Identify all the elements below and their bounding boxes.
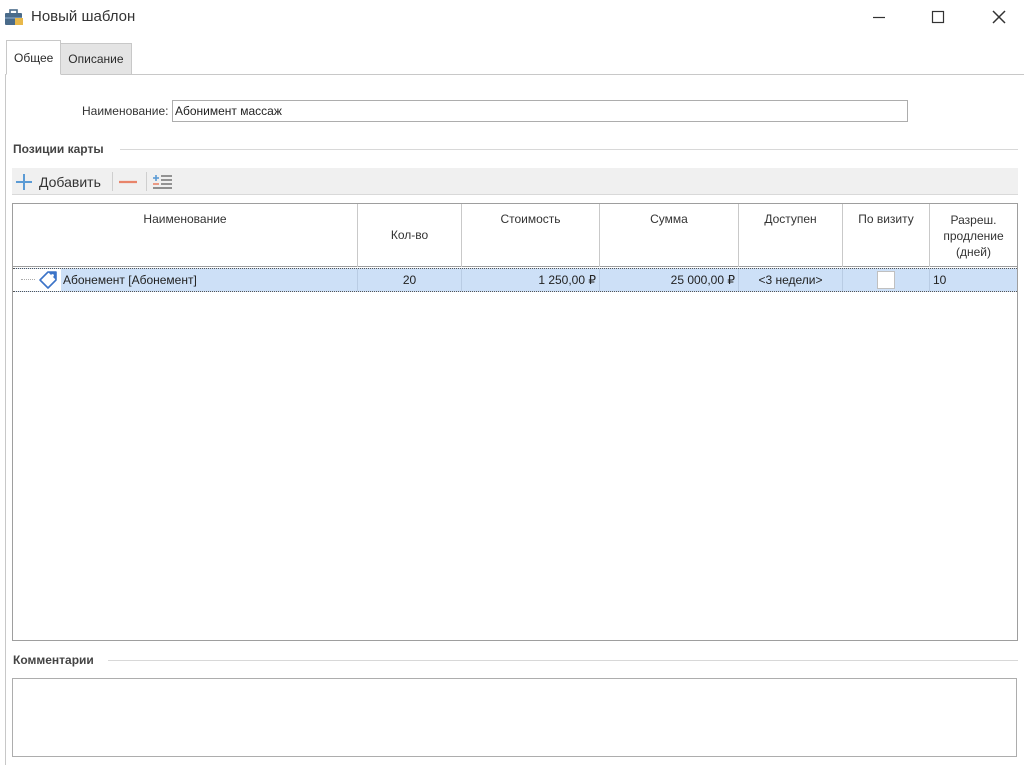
comments-group-divider [108, 660, 1018, 661]
minus-icon [119, 180, 137, 183]
name-input[interactable] [172, 100, 908, 122]
tab-description[interactable]: Описание [60, 43, 132, 75]
add-button[interactable]: Добавить [14, 169, 101, 194]
minimize-icon [873, 16, 885, 19]
plus-icon [16, 173, 32, 190]
close-button[interactable] [970, 0, 1024, 34]
column-header-label: Кол-во [390, 228, 429, 242]
column-header-cost[interactable]: Стоимость [462, 204, 600, 267]
tab-strip: Общее Описание [6, 40, 132, 75]
cell-sum[interactable]: 25 000,00 ₽ [600, 269, 739, 291]
remove-button[interactable] [118, 169, 138, 194]
minimize-button[interactable] [850, 0, 908, 34]
cell-cost[interactable]: 1 250,00 ₽ [462, 269, 600, 291]
cell-available[interactable]: <3 недели> [739, 269, 843, 291]
maximize-button[interactable] [909, 0, 967, 34]
toolbar-separator [146, 172, 147, 191]
column-header-label: Разреш. [950, 213, 997, 227]
per-visit-checkbox[interactable] [877, 271, 895, 289]
column-header-qty[interactable]: Кол-во [358, 204, 462, 267]
grid-header: Наименование Кол-во Стоимость Сумма Дост… [13, 204, 1017, 267]
column-header-label: Стоимость [500, 212, 561, 226]
column-header-label: Доступен [764, 212, 817, 226]
column-header-per-visit[interactable]: По визиту [843, 204, 930, 267]
column-header-label: Наименование [143, 212, 227, 226]
column-header-label: По визиту [858, 212, 914, 226]
title-bar: Новый шаблон [0, 0, 1024, 34]
positions-group-title: Позиции карты [13, 142, 104, 156]
positions-group-divider [120, 149, 1018, 150]
column-header-name[interactable]: Наименование [13, 204, 358, 267]
comments-group-title: Комментарии [13, 653, 94, 667]
close-icon [992, 10, 1006, 24]
column-header-extend-days[interactable]: Разреш. продление (дней) [930, 204, 1017, 267]
tag-icon [39, 271, 57, 289]
column-header-label: Сумма [650, 212, 688, 226]
cell-name[interactable]: Абонемент [Абонемент] [61, 269, 358, 291]
toolbar-separator [112, 172, 113, 191]
tab-general[interactable]: Общее [6, 40, 62, 75]
column-header-label: (дней) [956, 245, 991, 259]
positions-grid: Наименование Кол-во Стоимость Сумма Дост… [12, 203, 1018, 641]
window-title: Новый шаблон [31, 8, 136, 25]
comments-input[interactable] [12, 678, 1017, 757]
briefcase-icon [5, 9, 23, 25]
cell-extend-days[interactable]: 10 [930, 269, 1017, 291]
maximize-icon [931, 10, 945, 24]
column-header-sum[interactable]: Сумма [600, 204, 739, 267]
positions-toolbar: Добавить [12, 168, 1018, 195]
name-label: Наименование: [82, 104, 169, 118]
add-subitem-button[interactable] [152, 169, 174, 194]
add-subitem-icon [153, 174, 172, 189]
cell-qty[interactable]: 20 [358, 269, 462, 291]
column-header-label: продление [943, 229, 1004, 243]
table-row[interactable]: Абонемент [Абонемент] 20 1 250,00 ₽ 25 0… [13, 268, 1017, 292]
column-header-available[interactable]: Доступен [739, 204, 843, 267]
add-button-label: Добавить [39, 173, 101, 190]
